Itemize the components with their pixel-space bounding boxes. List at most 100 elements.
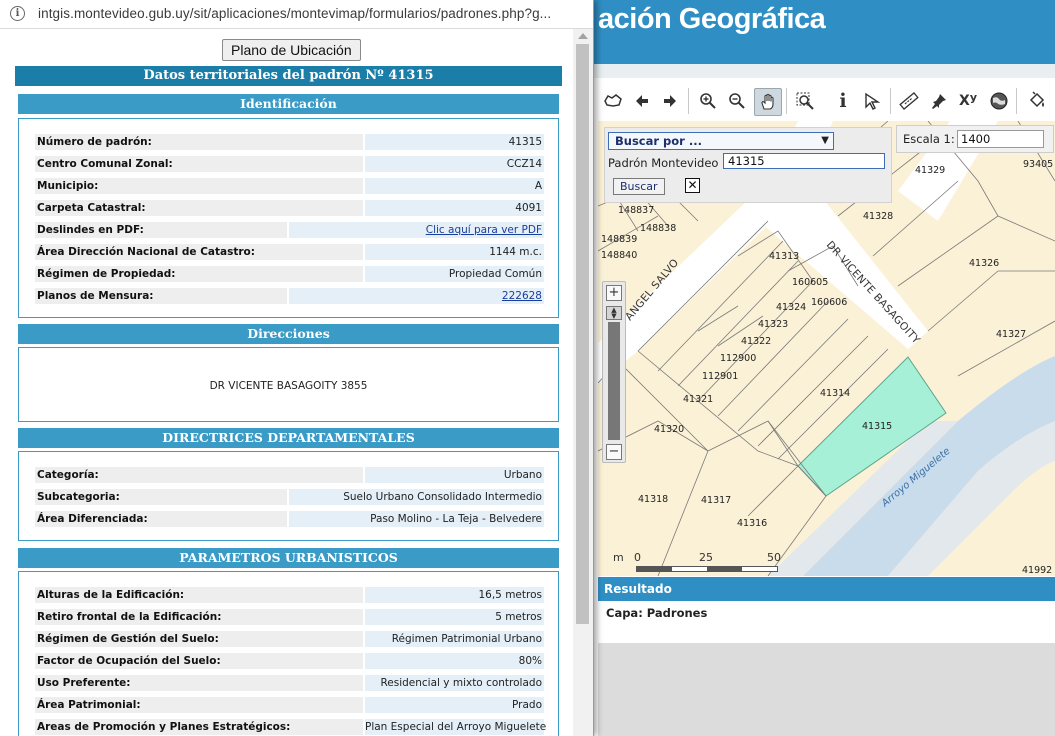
table-row: Areas de Promoción y Planes Estratégicos… [35,719,546,736]
info-icon[interactable]: i [830,88,856,114]
address-bar[interactable]: i intgis.montevideo.gub.uy/sit/aplicacio… [0,0,593,29]
select-icon[interactable] [859,88,885,114]
close-icon[interactable]: ✕ [685,178,700,193]
row-value: Urbano [365,467,544,483]
lot-label: 93405 [1023,159,1053,170]
zoom-plus-button[interactable]: + [606,285,622,301]
lot-label: 41329 [915,165,945,176]
row-value: Clic aquí para ver PDF [289,222,544,238]
scroll-up-arrow-icon[interactable] [578,33,588,39]
zoom-box-icon[interactable] [792,88,818,114]
url-text: intgis.montevideo.gub.uy/sit/aplicacione… [38,6,552,21]
scale-input[interactable]: 1400 [957,130,1044,148]
section-parametros: Alturas de la Edificación: 16,5 metros Re… [18,571,559,736]
map-toolbar: i Xy [598,82,1055,120]
scalebar-unit: m [613,551,624,564]
lot-label: 41324 [776,302,806,313]
lot-label: 41316 [737,518,767,529]
app-footer-area [598,643,1055,736]
zoom-slider[interactable]: + ▲ ▼ − [602,281,626,463]
page-title: Datos territoriales del padrón Nº 41315 [15,66,562,86]
lot-label: 41318 [638,494,668,505]
row-value: Residencial y mixto controlado [365,675,544,691]
search-panel: Buscar por ... ▼ Padrón Montevideo 41315… [604,127,892,203]
popup-content: Plano de Ubicación Datos territoriales d… [0,29,573,736]
table-row: Régimen de Propiedad: Propiedad Común [35,266,544,283]
address-text: DR VICENTE BASAGOITY 3855 [209,380,368,392]
mensura-link[interactable]: 222628 [502,290,542,302]
section-header-parametros: PARAMETROS URBANISTICOS [18,548,559,568]
map-scalebar: m 0 25 50 [606,549,786,575]
row-label: Areas de Promoción y Planes Estratégicos… [35,719,363,735]
row-value: A [365,178,544,194]
paint-bucket-icon[interactable] [1024,88,1050,114]
row-label: Régimen de Propiedad: [35,266,363,282]
row-label: Factor de Ocupación del Suelo: [35,653,363,669]
padron-popup-window: i intgis.montevideo.gub.uy/sit/aplicacio… [0,0,594,736]
scale-label: Escala 1: [903,132,955,146]
row-label: Carpeta Catastral: [35,200,363,216]
search-type-select[interactable]: Buscar por ... ▼ [608,132,834,150]
table-row: Alturas de la Edificación: 16,5 metros [35,587,544,604]
table-row: Categoría: Urbano [35,467,544,484]
search-button[interactable]: Buscar [613,178,665,195]
pan-left-icon[interactable] [629,88,655,114]
table-row: Planos de Mensura: 222628 [35,288,544,305]
hand-pan-icon[interactable] [754,88,782,116]
row-value: 222628 [289,288,544,304]
row-label: Número de padrón: [35,134,363,150]
search-type-value: Buscar por ... [615,134,702,148]
section-header-direcciones: Direcciones [18,324,559,344]
table-row: Retiro frontal de la Edificación: 5 metro… [35,609,544,626]
section-header-identificacion: Identificación [18,94,559,114]
row-label: Área Patrimonial: [35,697,363,713]
zoom-minus-button[interactable]: − [606,444,622,460]
pan-right-icon[interactable] [657,88,683,114]
zoom-out-icon[interactable] [724,88,750,114]
table-row: Área Diferenciada: Paso Molino - La Teja … [35,511,544,528]
lot-label: 148840 [601,250,637,261]
lot-label: 112901 [702,371,738,382]
table-row: Factor de Ocupación del Suelo: 80% [35,653,544,670]
zoom-slider-track[interactable] [608,322,620,440]
scrollbar-thumb[interactable] [576,44,589,624]
lot-label: 160606 [811,297,847,308]
result-text: Capa: Padrones [606,606,708,620]
row-value: 16,5 metros [365,587,544,603]
row-value: Régimen Patrimonial Urbano [365,631,544,647]
globe-icon[interactable] [986,88,1012,114]
result-title: Resultado [604,582,672,596]
search-field-label: Padrón Montevideo [608,156,719,170]
lot-label: 41315 [862,421,892,432]
scalebar-bar [636,566,778,572]
zoom-in-icon[interactable] [695,88,721,114]
pdf-link[interactable]: Clic aquí para ver PDF [426,224,542,236]
map-canvas[interactable]: 41329 93405 41328 41326 148837 148838 14… [598,121,1055,576]
table-row: Área Patrimonial: Prado [35,697,544,714]
lot-label: 160605 [792,277,828,288]
search-input[interactable]: 41315 [723,153,885,169]
scalebar-tick: 50 [767,551,781,564]
lot-label: 41326 [969,258,999,269]
xy-coordinates-icon[interactable]: Xy [955,88,981,114]
section-direcciones: DR VICENTE BASAGOITY 3855 [18,347,559,422]
lot-label: 41322 [741,336,771,347]
site-info-icon[interactable]: i [10,6,25,21]
pin-icon[interactable] [926,88,952,114]
popup-scrollbar[interactable] [573,29,593,736]
lot-label: 148839 [601,234,637,245]
extent-icon[interactable] [600,88,626,114]
row-label: Municipio: [35,178,363,194]
row-label: Retiro frontal de la Edificación: [35,609,363,625]
row-value: 5 metros [365,609,544,625]
scalebar-tick: 0 [634,551,641,564]
lot-label: 41323 [758,319,788,330]
section-directrices: Categoría: Urbano Subcategoria: Suelo Urba… [18,451,559,541]
row-value: 41315 [365,134,544,150]
measure-icon[interactable] [896,88,922,114]
row-value: 4091 [365,200,544,216]
plano-ubicacion-button[interactable]: Plano de Ubicación [222,39,361,61]
table-row: Régimen de Gestión del Suelo: Régimen Pat… [35,631,544,648]
zoom-slider-thumb[interactable]: ▲ ▼ [606,306,622,320]
app-title: ación Geográfica [598,3,826,35]
